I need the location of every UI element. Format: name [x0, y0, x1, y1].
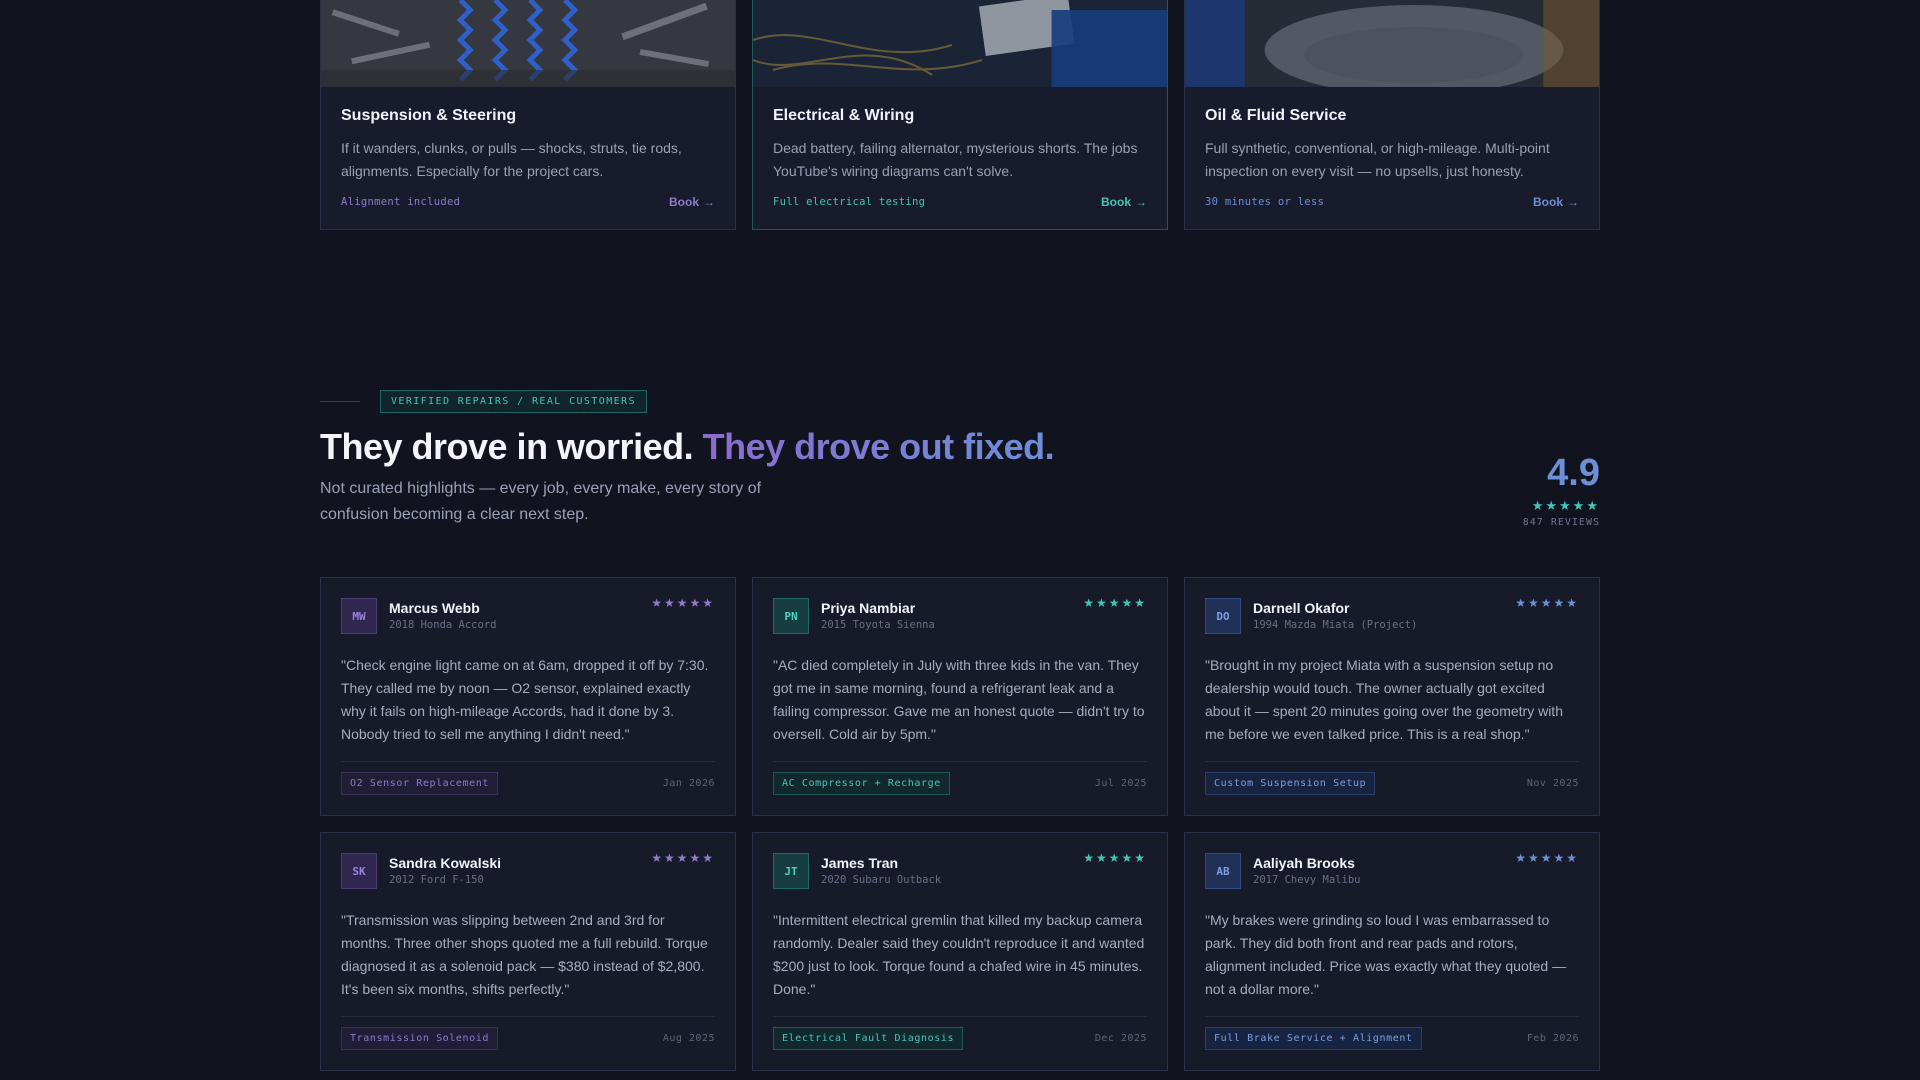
section-eyebrow: VERIFIED REPAIRS / REAL CUSTOMERS: [320, 390, 647, 413]
review-quote: "My brakes were grinding so loud I was e…: [1205, 912, 1567, 997]
review-quote: "Transmission was slipping between 2nd a…: [341, 912, 708, 997]
service-tag: Full Brake Service + Alignment: [1205, 1027, 1422, 1050]
review-date: Dec 2025: [1094, 1033, 1147, 1044]
electrical-photo: [753, 0, 1167, 87]
avatar: DO: [1205, 598, 1241, 634]
service-tag: Alignment included: [341, 196, 461, 208]
rating-summary: 4.9 ★★★★★ 847 REVIEWS: [1523, 452, 1600, 528]
service-tag: Full electrical testing: [773, 196, 926, 208]
service-tag: Transmission Solenoid: [341, 1027, 499, 1050]
star-rating-icon: ★★★★★: [1083, 851, 1147, 865]
review-card: SK Sandra Kowalski 2012 Ford F-150 ★★★★★…: [320, 832, 736, 1071]
reviewer-vehicle: 2015 Toyota Sienna: [821, 619, 935, 631]
avatar: AB: [1205, 853, 1241, 889]
reviewer-name: Priya Nambiar: [821, 600, 916, 616]
review-quote: "Check engine light came on at 6am, drop…: [341, 657, 709, 742]
service-tag: Custom Suspension Setup: [1205, 772, 1376, 795]
star-rating-icon: ★★★★★: [1515, 851, 1579, 865]
review-grid: MW Marcus Webb 2018 Honda Accord ★★★★★ "…: [320, 577, 1601, 1071]
reviewer-name: James Tran: [821, 855, 899, 871]
review-date: Jan 2026: [662, 778, 715, 789]
avatar: JT: [773, 853, 809, 889]
book-label: Book: [1533, 195, 1563, 209]
arrow-right-icon: →: [703, 195, 715, 209]
eyebrow-badge: VERIFIED REPAIRS / REAL CUSTOMERS: [380, 390, 647, 413]
book-button[interactable]: Book →: [1533, 195, 1579, 209]
reviewer-name: Sandra Kowalski: [389, 855, 502, 871]
reviewer-vehicle: 2020 Subaru Outback: [821, 874, 942, 886]
review-quote: "Intermittent electrical gremlin that ki…: [773, 912, 1145, 997]
section-headline: They drove in worried. They drove out fi…: [320, 426, 1055, 468]
avatar: MW: [341, 598, 377, 634]
services-row: Suspension & Steering If it wanders, clu…: [320, 0, 1601, 230]
oil-service-photo: [1185, 0, 1599, 87]
review-quote: "AC died completely in July with three k…: [773, 657, 1145, 742]
reviewer-name: Marcus Webb: [389, 600, 480, 616]
book-label: Book: [669, 195, 699, 209]
review-quote: "Brought in my project Miata with a susp…: [1205, 657, 1563, 742]
service-card-suspension[interactable]: Suspension & Steering If it wanders, clu…: [320, 0, 736, 230]
reviewer-name: Aaliyah Brooks: [1253, 855, 1355, 871]
headline-part-2: They drove out fixed.: [702, 426, 1055, 467]
star-rating-icon: ★★★★★: [1515, 596, 1579, 610]
review-date: Aug 2025: [662, 1033, 715, 1044]
service-tag: O2 Sensor Replacement: [341, 772, 499, 795]
reviewer-vehicle: 2017 Chevy Malibu: [1253, 874, 1361, 886]
arrow-right-icon: →: [1135, 195, 1147, 209]
service-title: Electrical & Wiring: [773, 107, 915, 124]
reviewer-vehicle: 1994 Mazda Miata (Project): [1253, 619, 1418, 631]
reviewer-vehicle: 2012 Ford F-150: [389, 874, 484, 886]
suspension-photo: [321, 0, 735, 87]
service-description: If it wanders, clunks, or pulls — shocks…: [341, 140, 682, 179]
service-description: Full synthetic, conventional, or high-mi…: [1205, 140, 1550, 179]
star-rating-icon: ★★★★★: [651, 851, 715, 865]
review-date: Nov 2025: [1526, 778, 1579, 789]
eyebrow-divider: [320, 401, 360, 402]
service-description: Dead battery, failing alternator, myster…: [773, 140, 1138, 179]
review-card: MW Marcus Webb 2018 Honda Accord ★★★★★ "…: [320, 577, 736, 816]
section-subhead: Not curated highlights — every job, ever…: [320, 480, 762, 523]
rating-stars-icon: ★★★★★: [1531, 498, 1600, 513]
review-card: JT James Tran 2020 Subaru Outback ★★★★★ …: [752, 832, 1168, 1071]
service-card-oil[interactable]: Oil & Fluid Service Full synthetic, conv…: [1184, 0, 1600, 230]
review-card: PN Priya Nambiar 2015 Toyota Sienna ★★★★…: [752, 577, 1168, 816]
star-rating-icon: ★★★★★: [651, 596, 715, 610]
arrow-right-icon: →: [1567, 195, 1579, 209]
reviewer-vehicle: 2018 Honda Accord: [389, 619, 497, 631]
book-label: Book: [1101, 195, 1131, 209]
service-tag: AC Compressor + Recharge: [773, 772, 950, 795]
service-title: Oil & Fluid Service: [1205, 107, 1347, 124]
review-date: Feb 2026: [1526, 1033, 1579, 1044]
service-tag: 30 minutes or less: [1205, 196, 1325, 208]
review-count: 847 REVIEWS: [1522, 517, 1600, 528]
review-card: DO Darnell Okafor 1994 Mazda Miata (Proj…: [1184, 577, 1600, 816]
service-card-electrical[interactable]: Electrical & Wiring Dead battery, failin…: [752, 0, 1168, 230]
avatar: SK: [341, 853, 377, 889]
rating-score: 4.9: [1547, 452, 1600, 494]
review-date: Jul 2025: [1094, 778, 1147, 789]
avatar: PN: [773, 598, 809, 634]
book-button[interactable]: Book →: [1101, 195, 1147, 209]
book-button[interactable]: Book →: [669, 195, 715, 209]
star-rating-icon: ★★★★★: [1083, 596, 1147, 610]
reviewer-name: Darnell Okafor: [1253, 600, 1350, 616]
service-title: Suspension & Steering: [341, 107, 517, 124]
headline-part-1: They drove in worried.: [320, 426, 694, 467]
service-tag: Electrical Fault Diagnosis: [773, 1027, 964, 1050]
review-card: AB Aaliyah Brooks 2017 Chevy Malibu ★★★★…: [1184, 832, 1600, 1071]
